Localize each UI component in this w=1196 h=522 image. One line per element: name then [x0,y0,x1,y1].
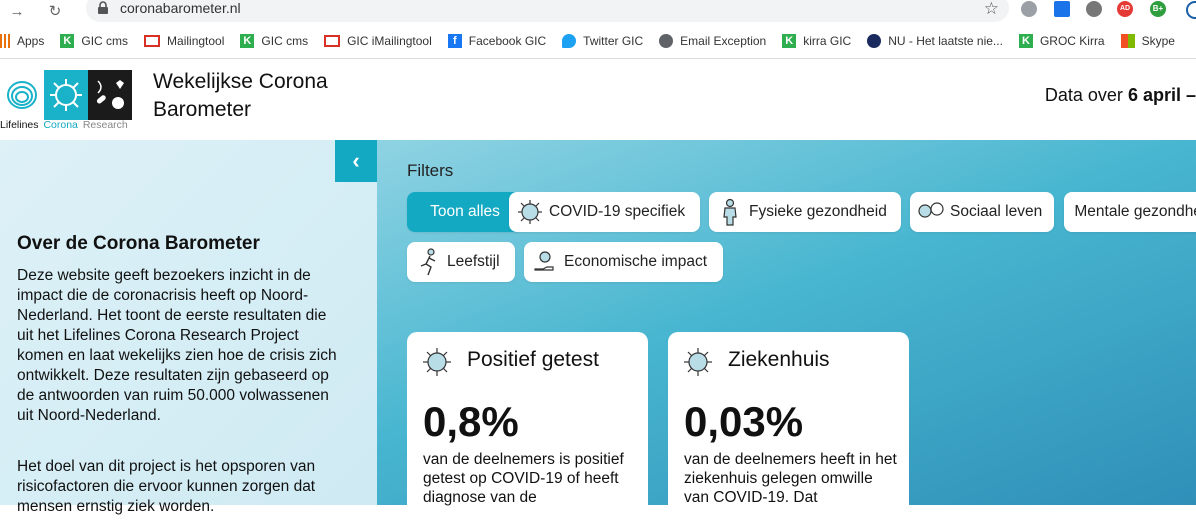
virus-icon [44,70,88,120]
facebook-icon: f [448,34,462,48]
runner-icon [413,247,443,277]
card-title: Positief getest [467,348,599,372]
logo-label-corona: Corona [43,119,77,131]
filter-economische-impact[interactable]: Economische impact [524,242,723,282]
stat-card-positief-getest[interactable]: Positief getest 0,8% van de deelnemers i… [407,332,648,522]
bookmark-star-icon[interactable]: ☆ [984,0,999,19]
gmail-icon [144,35,160,47]
stat-card-ziekenhuis[interactable]: Ziekenhuis 0,03% van de deelnemers heeft… [668,332,909,522]
windows-icon [1121,34,1135,48]
about-title: Over de Corona Barometer [17,233,260,255]
body-icon [715,197,745,227]
bookmark-gic-imailingtool[interactable]: GIC iMailingtool [324,34,432,48]
kinetic-k-icon: K [60,34,74,48]
bookmark-twitter-gic[interactable]: Twitter GIC [562,34,643,48]
filter-covid19-specifiek[interactable]: COVID-19 specifiek [509,192,700,232]
bookmark-label: kirra GIC [803,34,851,48]
logo-labels: Lifelines Corona Research [0,119,130,131]
card-description: van de deelnemers is positief getest op … [423,450,638,507]
filters-label: Filters [407,161,453,181]
card-value: 0,8% [423,398,519,446]
research-icons [88,70,132,120]
address-bar[interactable]: coronabarometer.nl ☆ [86,0,1009,22]
bookmark-facebook-gic[interactable]: f Facebook GIC [448,34,546,48]
card-title: Ziekenhuis [728,348,830,372]
twitter-icon [562,34,576,48]
kinetic-k-icon: K [240,34,254,48]
filter-mentale-gezondheid[interactable]: Mentale gezondheid [1064,192,1196,232]
gmail-icon [324,35,340,47]
data-period: Data over 6 april – [1045,85,1196,106]
bookmark-label: Email Exception [680,34,766,48]
bookmark-label: Apps [17,34,44,48]
data-period-prefix: Data over [1045,85,1123,105]
lock-icon [96,1,110,15]
filter-toon-alles[interactable]: Toon alles [407,192,523,232]
globe-icon [659,34,673,48]
bookmark-label: Facebook GIC [469,34,546,48]
site-header: Lifelines Corona Research Wekelijkse Cor… [0,59,1196,140]
money-hand-icon [530,247,560,277]
filter-sociaal-leven[interactable]: Sociaal leven [910,192,1054,232]
filter-label: Mentale gezondheid [1074,203,1196,221]
bookmark-label: Skype [1142,34,1175,48]
bookmark-email-exception[interactable]: Email Exception [659,34,766,48]
bookmark-gic-cms[interactable]: K GIC cms [60,34,128,48]
bplus-extension-icon[interactable]: B+ [1150,1,1166,17]
bookmark-label: GIC iMailingtool [347,34,432,48]
fingerprint-icon [0,70,44,120]
bookmark-mailingtool[interactable]: Mailingtool [144,34,224,48]
bookmark-gic-cms-2[interactable]: K GIC cms [240,34,308,48]
circle-extension-icon[interactable] [1086,1,1102,17]
about-paragraph-1: Deze website geeft bezoekers inzicht in … [17,266,337,426]
bookmark-apps[interactable]: Apps [0,34,44,48]
kinetic-k-icon: K [782,34,796,48]
card-description: van de deelnemers heeft in het ziekenhui… [684,450,899,507]
bookmark-nu[interactable]: NU - Het laatste nie... [867,34,1003,48]
bookmark-label: Twitter GIC [583,34,643,48]
virus-icon [682,346,714,378]
data-period-date: 6 april – [1128,85,1196,105]
bookmark-label: GROC Kirra [1040,34,1105,48]
download-extension-icon[interactable] [1054,1,1070,17]
filter-fysieke-gezondheid[interactable]: Fysieke gezondheid [709,192,901,232]
adblock-extension-icon[interactable]: AD [1117,1,1133,17]
kinetic-k-icon: K [1019,34,1033,48]
collapse-sidebar-button[interactable]: ‹ [335,140,377,182]
bookmark-label: NU - Het laatste nie... [888,34,1003,48]
filter-leefstijl[interactable]: Leefstijl [407,242,515,282]
card-value: 0,03% [684,398,803,446]
bookmark-groc-kirra[interactable]: K GROC Kirra [1019,34,1105,48]
about-paragraph-2: Het doel van dit project is het opsporen… [17,457,337,517]
nu-icon [867,34,881,48]
skype-extension-icon[interactable] [1021,1,1037,17]
bookmark-label: GIC cms [261,34,308,48]
filter-label: Sociaal leven [950,203,1042,221]
filter-label: Economische impact [564,253,707,271]
bookmark-label: GIC cms [81,34,128,48]
filter-label: Leefstijl [447,253,500,271]
url-text[interactable]: coronabarometer.nl [120,0,241,16]
filter-label: COVID-19 specifiek [549,203,685,221]
virus-icon [421,346,453,378]
bookmarks-bar: Apps K GIC cms Mailingtool K GIC cms GIC… [0,29,1196,53]
chevron-left-icon: ‹ [352,148,359,174]
logo-label-research: Research [83,119,128,131]
apps-grid-icon [0,34,10,48]
reload-icon[interactable]: ↻ [44,1,66,21]
filter-label: Fysieke gezondheid [749,203,887,221]
back-icon[interactable]: → [6,1,28,21]
logo-label-lifelines: Lifelines [0,119,39,131]
people-talking-icon [916,197,946,227]
bookmark-label: Mailingtool [167,34,224,48]
bookmark-skype[interactable]: Skype [1121,34,1175,48]
virus-icon [515,197,545,227]
bookmark-kirra-gic[interactable]: K kirra GIC [782,34,851,48]
filter-label: Toon alles [430,203,500,221]
page-title: Wekelijkse Corona Barometer [153,68,383,124]
